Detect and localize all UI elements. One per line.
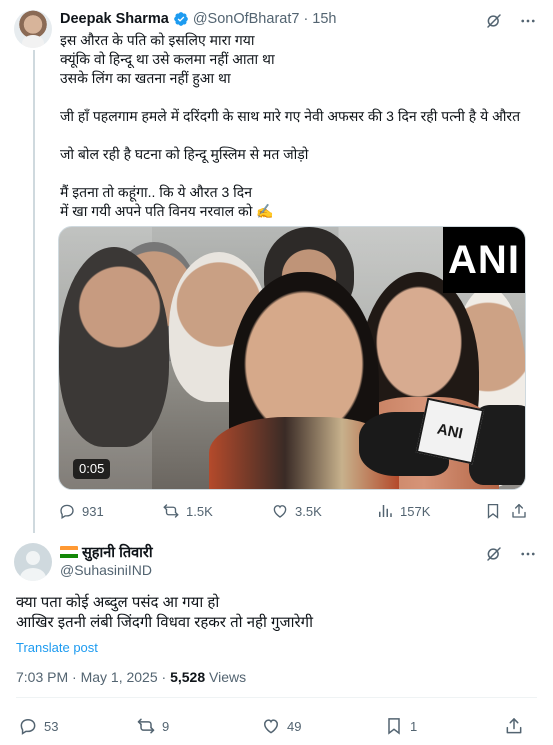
tweet-timestamp[interactable]: 7:03 PM · May 1, 2025 · [16, 669, 170, 685]
more-icon[interactable] [519, 545, 537, 563]
share-button[interactable] [504, 715, 524, 737]
video-watermark: ANI [443, 227, 525, 293]
parent-text-line: में खा गयी अपने पति विनय नरवाल को ✍️ [60, 203, 274, 219]
reply-count: 53 [44, 718, 59, 734]
reply-author-name-row: सुहानी तिवारी [60, 542, 153, 562]
views-count: 157K [400, 503, 431, 519]
parent-tweet-tools [485, 12, 537, 30]
divider [16, 697, 537, 698]
bookmark-button[interactable]: 1 [384, 715, 417, 737]
parent-text-line: इस औरत के पति को इसलिए मारा गया [60, 32, 255, 48]
reply-tweet-tools [485, 545, 537, 563]
parent-author-handle[interactable]: @SonOfBharat7 [193, 11, 300, 27]
parent-tweet-actions: 931 1.5K 3.5K 157K [58, 500, 528, 522]
reply-icon [20, 718, 36, 735]
repost-button[interactable]: 1.5K [162, 500, 213, 522]
separator-dot: · [303, 11, 309, 27]
reply-button[interactable]: 53 [18, 715, 58, 737]
views-label: Views [205, 669, 247, 685]
video-person [59, 247, 169, 447]
repost-button[interactable]: 9 [136, 715, 169, 737]
parent-author-name[interactable]: Deepak Sharma [60, 11, 169, 27]
parent-text-line: जी हाँ पहलगाम हमले में दरिंदगी के साथ मा… [60, 108, 521, 124]
reply-tweet-actions: 53 9 49 1 [16, 715, 537, 737]
views-button[interactable]: 157K [376, 500, 430, 522]
bookmark-icon [487, 503, 499, 519]
reply-author-avatar[interactable] [14, 543, 52, 581]
india-flag-icon [60, 545, 78, 559]
reply-icon [60, 504, 74, 519]
grok-icon[interactable] [485, 12, 503, 30]
share-button[interactable] [510, 500, 528, 522]
parent-tweet[interactable]: Deepak Sharma @SonOfBharat7 · 15h इस औरत… [0, 0, 553, 534]
microphone-label: ANI [415, 397, 485, 465]
verified-badge-icon [173, 11, 189, 27]
parent-tweet-time[interactable]: 15h [312, 11, 336, 27]
video-duration: 0:05 [73, 459, 111, 479]
bookmark-icon [388, 718, 400, 735]
repost-count: 1.5K [186, 503, 213, 519]
like-icon [263, 719, 279, 734]
more-icon[interactable] [519, 12, 537, 30]
like-button[interactable]: 3.5K [271, 500, 322, 522]
bookmark-count: 1 [410, 718, 418, 734]
like-count: 49 [287, 718, 302, 734]
parent-tweet-header: Deepak Sharma @SonOfBharat7 · 15h [60, 9, 336, 29]
reply-author-handle[interactable]: @SuhasiniIND [60, 562, 152, 578]
parent-text-line: जो बोल रही है घटना को हिन्दू मुस्लिम से … [60, 146, 309, 162]
reply-author-name[interactable]: सुहानी तिवारी [82, 542, 153, 562]
views-icon [379, 505, 392, 517]
reply-text-line: आखिर इतनी लंबी जिंदगी विधवा रहकर तो नही … [16, 614, 313, 631]
parent-text-line: मैं इतना तो कहूंगा.. कि ये औरत 3 दिन [60, 184, 252, 200]
reply-button[interactable]: 931 [58, 500, 104, 522]
reply-text-line: क्या पता कोई अब्दुल पसंद आ गया हो [16, 594, 220, 611]
share-icon [512, 503, 526, 518]
translate-post-link[interactable]: Translate post [16, 640, 98, 655]
parent-tweet-text: इस औरत के पति को इसलिए मारा गया क्यूंकि … [60, 31, 538, 221]
bookmark-button[interactable] [484, 500, 502, 522]
reply-tweet[interactable]: सुहानी तिवारी @SuhasiniIND क्या पता कोई … [0, 533, 553, 745]
grok-icon[interactable] [485, 545, 503, 563]
reply-tweet-text: क्या पता कोई अब्दुल पसंद आ गया हो आखिर इ… [16, 593, 313, 633]
like-icon [273, 505, 287, 518]
video-player[interactable]: ANI ANI 0:05 [58, 226, 526, 490]
views-count: 5,528 [170, 669, 206, 685]
parent-text-line: क्यूंकि वो हिन्दू था उसे कलमा नहीं आता थ… [60, 51, 275, 67]
reply-count: 931 [82, 503, 104, 519]
tweet-metadata: 7:03 PM · May 1, 2025 · 5,528 Views [16, 669, 246, 685]
repost-icon [137, 718, 155, 734]
thread-connector-line [33, 50, 35, 534]
like-button[interactable]: 49 [261, 715, 301, 737]
like-count: 3.5K [295, 503, 322, 519]
parent-author-avatar[interactable] [14, 10, 52, 48]
repost-count: 9 [162, 718, 170, 734]
repost-icon [163, 504, 179, 518]
share-icon [506, 718, 522, 734]
parent-text-line: उसके लिंग का खतना नहीं हुआ था [60, 70, 231, 86]
